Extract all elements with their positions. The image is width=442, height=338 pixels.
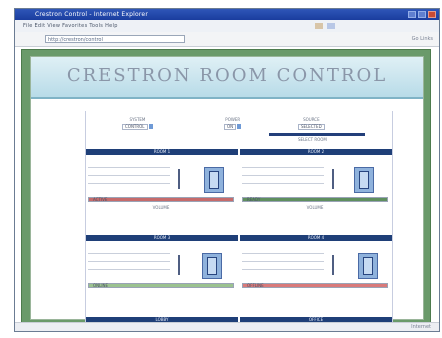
- minimize-button[interactable]: [408, 11, 416, 18]
- top-control-3[interactable]: SOURCE SELECTED: [298, 117, 325, 130]
- selected-bar: [269, 133, 365, 136]
- room-divider: [332, 169, 334, 189]
- room-card-3[interactable]: ROOM 3 ONLINE: [86, 235, 238, 317]
- top-control-1[interactable]: SYSTEM CONTROL: [122, 117, 153, 130]
- room-status: ONLINE: [88, 283, 234, 288]
- room-status: OFFLINE: [242, 283, 388, 288]
- selected-caption: SELECT ROOM: [298, 137, 327, 142]
- menu-items[interactable]: File Edit View Favorites Tools Help: [23, 20, 118, 32]
- address-actions[interactable]: Go Links: [412, 35, 433, 43]
- room-card-4[interactable]: ROOM 4 OFFLINE: [240, 235, 392, 317]
- room-lines: [88, 167, 170, 193]
- status-zone: Internet: [411, 324, 431, 330]
- room-title: ROOM 1: [86, 149, 238, 155]
- room-card-1[interactable]: ROOM 1 ACTIVE VOLUME: [86, 149, 238, 231]
- top-control-label: SOURCE: [303, 117, 320, 122]
- top-control-value[interactable]: SELECTED: [298, 124, 325, 130]
- room-subtitle: VOLUME: [306, 205, 324, 210]
- room-title: ROOM 3: [86, 235, 238, 241]
- top-control-label: POWER: [225, 117, 241, 122]
- toolbar-icon[interactable]: [327, 23, 335, 29]
- room-device-icon[interactable]: [354, 167, 374, 193]
- room-divider: [178, 169, 180, 189]
- window-title: Crestron Control - Internet Explorer: [35, 11, 148, 18]
- browser-window: Crestron Control - Internet Explorer Fil…: [14, 8, 440, 332]
- room-card-2[interactable]: ROOM 2 READY VOLUME: [240, 149, 392, 231]
- toolbar-icon[interactable]: [315, 23, 323, 29]
- page-title: CRESTRON ROOM CONTROL: [66, 65, 388, 86]
- address-bar: http://crestron/control Go Links: [15, 32, 439, 47]
- room-device-icon[interactable]: [358, 253, 378, 279]
- top-control-value[interactable]: CONTROL: [122, 124, 148, 130]
- close-button[interactable]: [428, 11, 436, 18]
- top-control-value[interactable]: ON: [224, 124, 237, 130]
- room-divider: [178, 255, 180, 275]
- room-divider: [332, 255, 334, 275]
- top-control-2[interactable]: POWER ON: [224, 117, 242, 130]
- room-status: ACTIVE: [88, 197, 234, 202]
- status-bar: Internet: [15, 322, 439, 331]
- room-lines: [242, 167, 324, 193]
- room-title: ROOM 4: [240, 235, 392, 241]
- room-lines: [88, 253, 170, 279]
- address-input[interactable]: http://crestron/control: [45, 35, 185, 43]
- room-subtitle: VOLUME: [152, 205, 170, 210]
- title-bar: Crestron Control - Internet Explorer: [15, 9, 439, 20]
- top-control-label: SYSTEM: [129, 117, 146, 122]
- window-controls: [408, 11, 436, 18]
- room-device-icon[interactable]: [202, 253, 222, 279]
- maximize-button[interactable]: [418, 11, 426, 18]
- room-lines: [242, 253, 324, 279]
- page-background: CRESTRON ROOM CONTROL SYSTEM CONTROL POW…: [21, 49, 431, 329]
- control-panel: SYSTEM CONTROL POWER ON SOURCE SELECTED …: [85, 111, 393, 329]
- room-device-icon[interactable]: [204, 167, 224, 193]
- room-title: ROOM 2: [240, 149, 392, 155]
- header-band: CRESTRON ROOM CONTROL: [31, 57, 423, 99]
- top-control-swatch: [237, 124, 242, 129]
- page-content: CRESTRON ROOM CONTROL SYSTEM CONTROL POW…: [30, 56, 424, 329]
- top-control-swatch: [148, 124, 153, 129]
- room-status: READY: [242, 197, 388, 202]
